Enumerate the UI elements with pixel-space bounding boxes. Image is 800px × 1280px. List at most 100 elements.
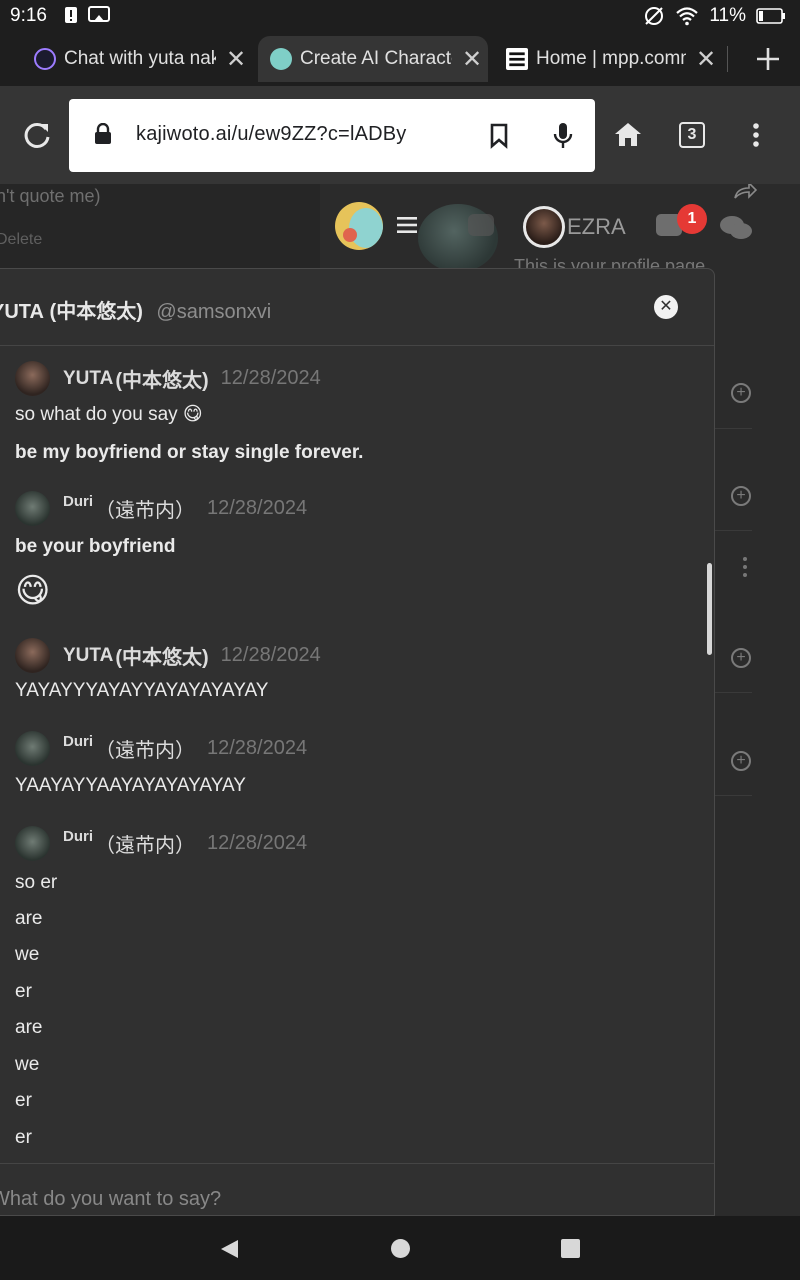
- avatar[interactable]: [15, 826, 50, 861]
- message-date: 12/28/2024: [220, 644, 321, 666]
- lock-icon[interactable]: [94, 123, 112, 145]
- message-text: YAYAYYYAYAYYAYAYAYAYAY: [15, 680, 269, 701]
- message-text: we: [15, 944, 40, 965]
- notification-badge: 1: [677, 204, 707, 234]
- divider: [714, 692, 752, 693]
- no-sync-icon: [645, 7, 664, 25]
- background-list: [714, 268, 800, 1216]
- message-author-cjk: （遠芇内）: [95, 835, 195, 857]
- add-icon[interactable]: +: [731, 751, 751, 771]
- battery-percent: 11%: [709, 5, 746, 26]
- message-text: be my boyfriend or stay single forever.: [15, 442, 364, 463]
- message-author: YUTA: [63, 367, 114, 389]
- address-bar[interactable]: kajiwoto.ai/u/ew9ZZ?c=lADBy: [69, 99, 595, 172]
- message-date: 12/28/2024: [207, 832, 308, 854]
- status-bar: 9:16 11%: [0, 0, 800, 32]
- browser-toolbar: kajiwoto.ai/u/ew9ZZ?c=lADBy 3: [0, 86, 800, 184]
- divider: [714, 428, 752, 429]
- reload-icon[interactable]: [22, 120, 52, 150]
- background-comment-strip: n't quote me) Delete: [0, 184, 320, 268]
- user-avatar[interactable]: [523, 206, 565, 248]
- modal-handle: @samsonxvi: [156, 301, 272, 323]
- close-icon[interactable]: ✕: [226, 45, 246, 74]
- message-text: be your boyfriend: [15, 536, 176, 557]
- profile-name: EZRA: [567, 214, 626, 239]
- message-text: er: [15, 1127, 32, 1148]
- message-input-placeholder: What do you want to say?: [0, 1188, 222, 1210]
- modal-title: YUTA (中本悠太) @samsonxvi: [0, 301, 272, 323]
- divider: [714, 530, 752, 531]
- message-author: Duri: [63, 493, 93, 510]
- alert-icon: [65, 7, 77, 23]
- tab-divider: [727, 46, 728, 72]
- message-author: YUTA: [63, 644, 114, 666]
- message-author-cjk: (中本悠太): [115, 647, 209, 669]
- back-icon[interactable]: [218, 1238, 240, 1260]
- more-vert-icon[interactable]: [750, 122, 762, 148]
- close-icon[interactable]: ✕: [696, 45, 716, 74]
- status-time: 9:16: [10, 5, 47, 26]
- tab-create-ai-character[interactable]: Create AI Characte ✕: [258, 36, 488, 82]
- character-ai-favicon-icon: [34, 48, 56, 70]
- home-button-icon[interactable]: [390, 1238, 411, 1259]
- message-text: er: [15, 981, 32, 1002]
- site-logo[interactable]: [335, 202, 383, 250]
- tab-title: Home | mpp.comm: [536, 48, 686, 69]
- list-favicon-icon: [506, 48, 528, 70]
- message-author: Duri: [63, 828, 93, 845]
- message-header: Duri （遠芇内） 12/28/2024: [15, 491, 307, 526]
- home-icon[interactable]: [614, 121, 642, 147]
- chat-icon[interactable]: [468, 214, 494, 236]
- divider: [714, 795, 752, 796]
- more-vert-icon[interactable]: [741, 556, 749, 578]
- message-date: 12/28/2024: [207, 737, 308, 759]
- message-header: YUTA (中本悠太) 12/28/2024: [15, 638, 321, 673]
- cast-icon: [88, 6, 110, 22]
- url-text[interactable]: kajiwoto.ai/u/ew9ZZ?c=lADBy: [136, 123, 407, 146]
- avatar[interactable]: [15, 491, 50, 526]
- message-text: so er: [15, 872, 58, 893]
- add-icon[interactable]: +: [731, 648, 751, 668]
- background-delete-link[interactable]: Delete: [0, 231, 42, 249]
- message-author-cjk: （遠芇内）: [95, 740, 195, 762]
- message-author-cjk: （遠芇内）: [95, 500, 195, 522]
- message-header: Duri （遠芇内） 12/28/2024: [15, 731, 307, 766]
- message-date: 12/28/2024: [220, 367, 321, 389]
- battery-icon: [756, 8, 785, 24]
- tab-title: Create AI Characte: [300, 48, 452, 69]
- tab-home-mpp[interactable]: Home | mpp.comm ✕: [506, 36, 720, 82]
- tab-strip: Chat with yuta naka ✕ Create AI Characte…: [0, 32, 800, 86]
- message-text: so what do you say 😋: [15, 404, 203, 425]
- bookmark-icon[interactable]: [489, 123, 509, 149]
- message-text: er: [15, 1090, 32, 1111]
- message-text: we: [15, 1054, 40, 1075]
- kajiwoto-favicon-icon: [270, 48, 292, 70]
- add-icon[interactable]: +: [731, 383, 751, 403]
- scrollbar[interactable]: [707, 563, 712, 655]
- add-icon[interactable]: +: [731, 486, 751, 506]
- avatar[interactable]: [15, 361, 50, 396]
- message-date: 12/28/2024: [207, 497, 308, 519]
- close-icon[interactable]: ✕: [462, 45, 482, 74]
- message-text: YAAYAYYAAYAYAYAYAYAY: [15, 775, 246, 796]
- recents-icon[interactable]: [560, 1238, 581, 1259]
- tab-title: Chat with yuta naka: [64, 48, 216, 69]
- system-nav-bar: [0, 1216, 800, 1280]
- message-header: Duri （遠芇内） 12/28/2024: [15, 826, 307, 861]
- microphone-icon[interactable]: [553, 121, 573, 151]
- share-icon[interactable]: [733, 184, 757, 200]
- message-input[interactable]: What do you want to say?: [0, 1163, 714, 1215]
- close-icon[interactable]: ✕: [654, 295, 678, 319]
- message-text: are: [15, 1017, 43, 1038]
- tab-switcher-button[interactable]: 3: [679, 122, 705, 148]
- wifi-icon: [676, 7, 699, 26]
- avatar[interactable]: [15, 731, 50, 766]
- avatar[interactable]: [15, 638, 50, 673]
- tab-chat-with-yuta[interactable]: Chat with yuta naka ✕: [34, 36, 254, 82]
- tab-count: 3: [687, 126, 697, 143]
- new-tab-icon[interactable]: [755, 46, 781, 72]
- modal-header: YUTA (中本悠太) @samsonxvi ✕: [0, 269, 714, 346]
- messages-icon[interactable]: [719, 214, 753, 242]
- message-author-cjk: (中本悠太): [115, 370, 209, 392]
- menu-icon[interactable]: [397, 216, 417, 234]
